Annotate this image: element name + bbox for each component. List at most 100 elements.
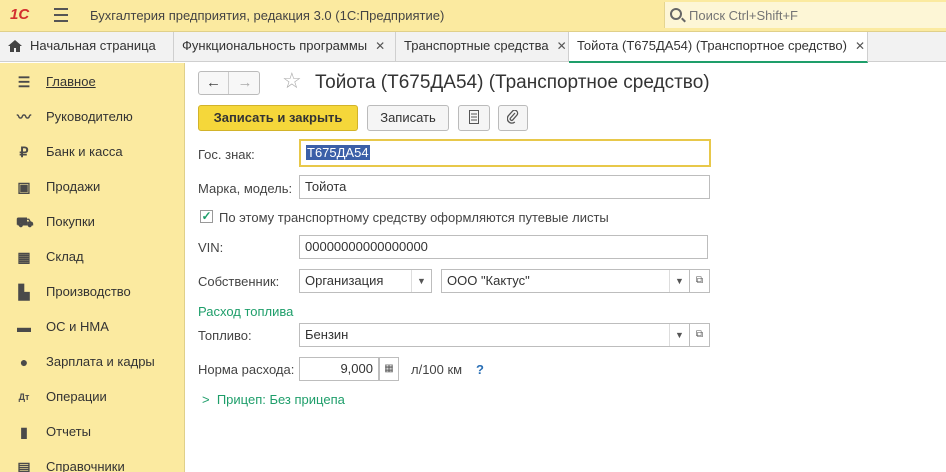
owner-type-value: Организация <box>305 273 384 288</box>
tab-label: Функциональность программы <box>182 38 368 53</box>
sidebar-item-label: Главное <box>46 74 96 89</box>
vin-field[interactable]: 00000000000000000 <box>299 235 708 259</box>
tab-functionality[interactable]: Функциональность программы ✕ <box>174 32 396 62</box>
gos-znak-field[interactable]: Т675ДА54 <box>299 139 711 167</box>
save-button[interactable]: Записать <box>367 105 449 131</box>
owner-label: Собственник: <box>198 274 280 289</box>
truck-icon: ▬ <box>17 319 31 335</box>
hamburger-menu-icon[interactable] <box>54 8 68 22</box>
sidebar-item-reports[interactable]: ▮ Отчеты <box>0 414 185 449</box>
title-bar: 1С Бухгалтерия предприятия, редакция 3.0… <box>0 0 946 32</box>
open-icon[interactable]: ⧉ <box>690 323 710 347</box>
sidebar-item-main[interactable]: ☰ Главное <box>0 64 185 99</box>
search-input[interactable] <box>689 5 939 25</box>
save-and-close-button[interactable]: Записать и закрыть <box>198 105 358 131</box>
sidebar-item-sales[interactable]: ▣ Продажи <box>0 169 185 204</box>
favorite-star-icon[interactable]: ☆ <box>282 69 302 93</box>
report-icon: ▮ <box>20 424 28 440</box>
page-title: Тойота (Т675ДА54) (Транспортное средство… <box>315 72 710 93</box>
model-field[interactable]: Тойота <box>299 175 710 199</box>
app-title: Бухгалтерия предприятия, редакция 3.0 (1… <box>90 8 445 23</box>
book-icon: ▤ <box>17 459 31 472</box>
trailer-link[interactable]: > Прицеп: Без прицепа <box>202 392 345 407</box>
sidebar-item-label: Операции <box>46 389 107 404</box>
sidebar-item-bank[interactable]: ₽ Банк и касса <box>0 134 185 169</box>
sidebar-item-label: Руководителю <box>46 109 133 124</box>
sidebar-item-label: Отчеты <box>46 424 91 439</box>
close-icon[interactable]: ✕ <box>375 39 385 53</box>
gos-znak-value: Т675ДА54 <box>306 145 370 160</box>
back-arrow-icon[interactable]: ← <box>199 72 229 94</box>
open-icon[interactable]: ⧉ <box>690 269 710 293</box>
fuel-select[interactable]: Бензин ▼ <box>299 323 690 347</box>
trailer-link-text: Прицеп: Без прицепа <box>216 392 345 407</box>
sidebar-item-assets[interactable]: ▬ ОС и НМА <box>0 309 185 344</box>
sidebar: ☰ Главное 〰 Руководителю ₽ Банк и касса ▣ Пр… <box>0 63 185 472</box>
tab-vehicles[interactable]: Транспортные средства ✕ <box>396 32 569 62</box>
tab-toyota[interactable]: Тойота (Т675ДА54) (Транспортное средство… <box>569 32 868 63</box>
norm-label: Норма расхода: <box>198 362 295 377</box>
fuel-label: Топливо: <box>198 328 252 343</box>
fuel-section-title: Расход топлива <box>198 304 294 319</box>
document-icon <box>469 110 479 124</box>
tab-label: Начальная страница <box>30 38 156 53</box>
fuel-value: Бензин <box>305 327 349 342</box>
waybill-label: По этому транспортному средству оформляю… <box>219 210 609 225</box>
sidebar-item-warehouse[interactable]: ▦ Склад <box>0 239 185 274</box>
tab-bar: Начальная страница Функциональность прог… <box>0 32 946 63</box>
chevron-down-icon[interactable]: ▼ <box>669 270 689 292</box>
operations-icon: Дт <box>18 392 30 402</box>
global-search[interactable] <box>664 2 946 28</box>
help-icon[interactable]: ? <box>476 362 484 377</box>
model-label: Марка, модель: <box>198 181 293 196</box>
warehouse-icon: ▦ <box>17 249 31 265</box>
report-button[interactable] <box>458 105 490 131</box>
attachments-button[interactable] <box>498 105 528 131</box>
tab-label: Транспортные средства <box>404 38 549 53</box>
sidebar-item-operations[interactable]: Дт Операции <box>0 379 185 414</box>
sidebar-item-label: Справочники <box>46 459 125 472</box>
close-icon[interactable]: ✕ <box>557 39 567 53</box>
sidebar-item-label: Покупки <box>46 214 95 229</box>
owner-name-value: ООО "Кактус" <box>447 273 530 288</box>
sidebar-item-label: Зарплата и кадры <box>46 354 155 369</box>
sidebar-item-director[interactable]: 〰 Руководителю <box>0 99 185 134</box>
sidebar-item-production[interactable]: ▙ Производство <box>0 274 185 309</box>
norm-unit: л/100 км <box>411 362 463 377</box>
sidebar-item-salary[interactable]: ● Зарплата и кадры <box>0 344 185 379</box>
ruble-icon: ₽ <box>19 144 29 160</box>
norm-field[interactable]: 9,000 <box>299 357 379 381</box>
sidebar-item-purchases[interactable]: ⛟ Покупки <box>0 204 185 239</box>
forward-arrow-icon[interactable]: → <box>230 72 260 94</box>
chevron-down-icon[interactable]: ▼ <box>669 324 689 346</box>
sidebar-item-label: ОС и НМА <box>46 319 109 334</box>
owner-name-select[interactable]: ООО "Кактус" ▼ <box>441 269 690 293</box>
sidebar-item-label: Склад <box>46 249 84 264</box>
app-logo: 1С <box>10 6 30 23</box>
history-nav: ← → <box>198 71 260 95</box>
owner-type-select[interactable]: Организация ▼ <box>299 269 432 293</box>
vin-label: VIN: <box>198 240 224 255</box>
tab-label: Тойота (Т675ДА54) (Транспортное средство… <box>577 38 847 53</box>
chart-line-icon: 〰 <box>17 109 31 125</box>
menu-icon: ☰ <box>17 74 31 90</box>
sidebar-item-label: Продажи <box>46 179 101 194</box>
chevron-down-icon[interactable]: ▼ <box>411 270 431 292</box>
factory-icon: ▙ <box>18 284 30 300</box>
sidebar-item-references[interactable]: ▤ Справочники <box>0 449 185 472</box>
home-icon <box>8 40 22 52</box>
shopping-bag-icon: ▣ <box>17 179 31 195</box>
gos-znak-label: Гос. знак: <box>198 147 255 162</box>
sidebar-item-label: Банк и касса <box>46 144 123 159</box>
paperclip-icon <box>506 109 519 124</box>
person-icon: ● <box>19 354 29 370</box>
calculator-icon[interactable]: ▦ <box>379 357 399 381</box>
sidebar-item-label: Производство <box>46 284 131 299</box>
waybill-checkbox[interactable]: ✓ <box>200 210 213 223</box>
search-icon <box>670 8 682 20</box>
tab-home[interactable]: Начальная страница <box>0 32 174 62</box>
cart-icon: ⛟ <box>16 214 34 230</box>
close-icon[interactable]: ✕ <box>855 39 865 53</box>
chevron-right-icon: > <box>202 392 217 407</box>
form-area: ← → ☆ Тойота (Т675ДА54) (Транспортное ср… <box>186 63 946 472</box>
